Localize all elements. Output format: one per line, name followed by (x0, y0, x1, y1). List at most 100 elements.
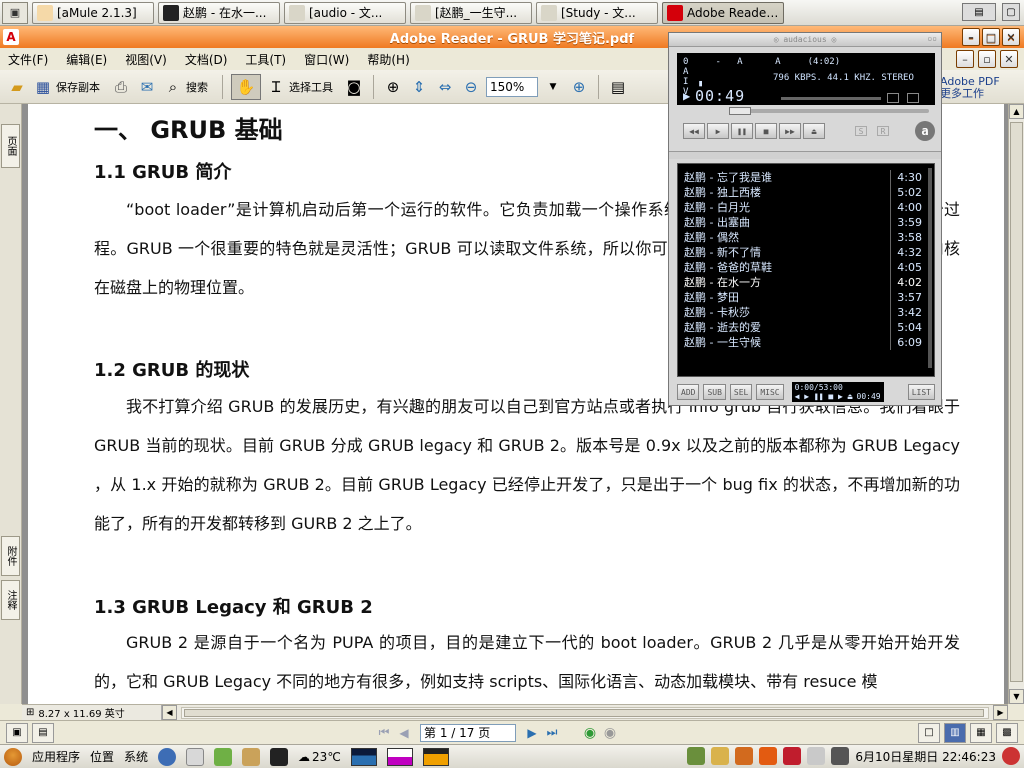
print-icon[interactable]: ⎙ (110, 76, 132, 98)
ruby-tray-icon[interactable] (783, 747, 802, 765)
continuous-facing-view-icon[interactable]: ▩ (996, 722, 1018, 743)
firefox-icon[interactable] (158, 747, 177, 766)
adobe-pdf-teaser[interactable]: Adobe PDF 更多工作 (940, 76, 1020, 100)
playlist-row[interactable]: 赵鹏 - 在水一方 4:02 (678, 275, 934, 290)
continuous-view-icon[interactable]: ▥ (944, 722, 966, 743)
mini-transport-icon[interactable]: ◀ ▶ ❚❚ ■ ▶ ⏏ (795, 392, 853, 401)
fit-width-icon[interactable]: ⇔ (434, 76, 456, 98)
sel-button[interactable]: SEL (729, 384, 753, 400)
last-page-icon[interactable]: ⏭ (542, 724, 562, 742)
printer-tray-icon[interactable] (807, 747, 826, 765)
vertical-scrollbar[interactable]: ▲ ▼ (1008, 104, 1024, 704)
playlist-row[interactable]: 赵鹏 - 新不了情 4:32 (678, 245, 934, 260)
page-size-toggle-icon[interactable]: ⊞ (26, 707, 34, 718)
star-tray-icon[interactable] (759, 747, 778, 765)
play-icon[interactable]: ▶ (707, 123, 729, 139)
playlist-row[interactable]: 赵鹏 - 爸爸的草鞋 4:05 (678, 260, 934, 275)
zoom-in-tool-icon[interactable]: ⊕ (382, 76, 404, 98)
scroll-right-arrow-icon[interactable]: ▶ (993, 705, 1008, 720)
list-button[interactable]: LIST (907, 384, 935, 400)
files-icon[interactable] (242, 747, 261, 766)
clock[interactable]: 6月10日星期日 22:46:23 (855, 748, 996, 765)
taskbar-button[interactable]: [Study - 文... (536, 1, 658, 24)
scroll-up-arrow-icon[interactable]: ▲ (1009, 104, 1024, 119)
playlist-row[interactable]: 赵鹏 - 独上西楼 5:02 (678, 185, 934, 200)
equalizer-toggle-icon[interactable] (887, 93, 899, 103)
playlist[interactable]: 赵鹏 - 忘了我是谁 4:30 赵鹏 - 独上西楼 5:02 赵鹏 - 白月光 4:00 赵… (677, 163, 935, 377)
player-close-icon[interactable]: ▫▫ (927, 34, 937, 43)
tab-attachments[interactable]: 附件 (1, 536, 20, 576)
sub-button[interactable]: SUB (703, 384, 726, 400)
scroll-left-arrow-icon[interactable]: ◀ (162, 705, 177, 720)
maximize-button[interactable]: □ (982, 28, 1000, 46)
scroll-thumb[interactable] (1010, 122, 1023, 682)
taskbar-button[interactable]: [audio - 文... (284, 1, 406, 24)
snapshot-camera-icon[interactable]: ◙ (343, 76, 365, 98)
display-tray-icon[interactable] (831, 747, 850, 765)
page-number-field[interactable]: 第 1 / 17 页 (420, 723, 516, 742)
amule-tray-icon[interactable] (711, 747, 730, 765)
cpu-monitor-graph[interactable] (350, 747, 377, 766)
fit-height-icon[interactable]: ⇕ (408, 76, 430, 98)
zoom-level-field[interactable]: 150% (486, 76, 538, 97)
shutdown-icon[interactable] (1002, 747, 1020, 765)
network-monitor-graph[interactable] (422, 747, 449, 766)
menu-help[interactable]: 帮助(H) (365, 49, 411, 70)
facing-view-icon[interactable]: ▦ (970, 722, 992, 743)
zoom-dropdown-arrow-icon[interactable]: ▼ (542, 76, 564, 98)
zoom-out-icon[interactable]: ⊖ (460, 76, 482, 98)
hand-tool-button[interactable]: ✋ (231, 73, 261, 100)
playlist-row[interactable]: 赵鹏 - 偶然 3:58 (678, 230, 934, 245)
workspace-switcher-icon[interactable]: ▤ (962, 3, 996, 21)
taskbar-button[interactable]: Adobe Reader... (662, 1, 784, 24)
seek-bar[interactable] (729, 107, 929, 115)
menu-edit[interactable]: 编辑(E) (64, 49, 109, 70)
menu-window[interactable]: 窗口(W) (302, 49, 351, 70)
gnome-foot-icon[interactable] (4, 747, 22, 766)
volume-slider[interactable] (781, 97, 881, 100)
bookmark-toggle-icon[interactable]: ▤ (32, 722, 54, 743)
taskbar-button[interactable]: 赵鹏 - 在水一... (158, 1, 280, 24)
menu-view[interactable]: 视图(V) (123, 49, 169, 70)
previous-view-icon[interactable]: ◉ (580, 724, 600, 742)
terminal-icon[interactable] (270, 747, 289, 766)
audacious-menu-icon[interactable]: a (915, 121, 935, 141)
memory-monitor-graph[interactable] (386, 747, 413, 766)
menu-system[interactable]: 系统 (124, 748, 148, 765)
menu-places[interactable]: 位置 (90, 748, 114, 765)
shuffle-icon[interactable]: S (855, 126, 867, 136)
playlist-row[interactable]: 赵鹏 - 忘了我是谁 4:30 (678, 170, 934, 185)
playlist-row[interactable]: 赵鹏 - 一生守候 6:09 (678, 335, 934, 350)
playlist-row[interactable]: 赵鹏 - 卡秋莎 3:42 (678, 305, 934, 320)
search-button[interactable]: ⌕ 搜索 (162, 76, 214, 98)
mail-icon[interactable] (186, 747, 205, 766)
menu-applications[interactable]: 应用程序 (32, 748, 80, 765)
menu-file[interactable]: 文件(F) (6, 49, 50, 70)
repeat-icon[interactable]: R (877, 126, 889, 136)
playlist-row[interactable]: 赵鹏 - 梦田 3:57 (678, 290, 934, 305)
horizontal-scrollbar[interactable] (181, 706, 989, 719)
next-page-icon[interactable]: ▶ (522, 724, 542, 742)
menu-document[interactable]: 文档(D) (183, 49, 230, 70)
trash-icon[interactable]: ▢ (1002, 3, 1020, 21)
doc-minimize-button[interactable]: – (956, 50, 974, 68)
email-icon[interactable]: ✉ (136, 76, 158, 98)
pause-icon[interactable]: ❚❚ (731, 123, 753, 139)
nav-pane-toggle-icon[interactable]: ▣ (6, 722, 28, 743)
weather-widget[interactable]: ☁ 23℃ (298, 750, 341, 764)
playlist-row[interactable]: 赵鹏 - 逝去的爱 5:04 (678, 320, 934, 335)
previous-page-icon[interactable]: ◀ (394, 724, 414, 742)
single-page-view-icon[interactable]: □ (918, 722, 940, 743)
tab-comments[interactable]: 注释 (1, 580, 20, 620)
previous-track-icon[interactable]: ◀◀ (683, 123, 705, 139)
save-copy-button[interactable]: ▦ 保存副本 (32, 76, 106, 98)
update-tray-icon[interactable] (735, 747, 754, 765)
first-page-icon[interactable]: ⏮ (374, 724, 394, 742)
playlist-toggle-icon[interactable] (907, 93, 919, 103)
stop-icon[interactable]: ■ (755, 123, 777, 139)
menu-tools[interactable]: 工具(T) (243, 49, 288, 70)
chat-icon[interactable] (214, 747, 233, 766)
page-layout-icon[interactable]: ▤ (607, 76, 629, 98)
taskbar-button[interactable]: [赵鹏_一生守... (410, 1, 532, 24)
minimize-button[interactable]: – (962, 28, 980, 46)
